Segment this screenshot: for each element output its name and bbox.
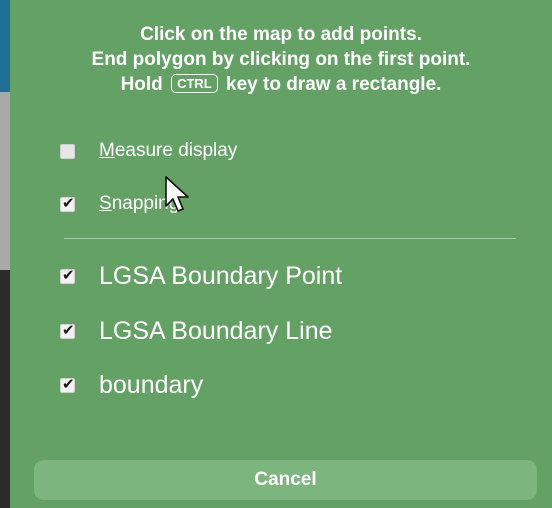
- measure-display-label[interactable]: Measure display: [99, 140, 237, 162]
- layer-label[interactable]: LGSA Boundary Line: [99, 317, 333, 346]
- ctrl-key-badge: CTRL: [171, 74, 218, 93]
- snapping-checkbox[interactable]: ✔: [60, 193, 75, 212]
- layer-checkbox[interactable]: ✔: [60, 321, 75, 339]
- instruction-line-1: Click on the map to add points.: [140, 24, 422, 45]
- instruction-line-3-prefix: Hold: [120, 74, 163, 95]
- layer-option[interactable]: ✔ LGSA Boundary Point: [60, 262, 342, 291]
- instruction-line-3-suffix: key to draw a rectangle.: [226, 74, 442, 95]
- layer-checkbox[interactable]: ✔: [60, 375, 75, 393]
- mouse-pointer-icon: [165, 176, 189, 212]
- cancel-button[interactable]: Cancel: [34, 460, 537, 500]
- left-edge-blue: [0, 0, 10, 92]
- check-icon: ✔: [62, 375, 75, 393]
- layer-label[interactable]: LGSA Boundary Point: [99, 262, 342, 291]
- instructions: Click on the map to add points. End poly…: [10, 22, 552, 97]
- instruction-line-3: Hold CTRL key to draw a rectangle.: [10, 72, 552, 97]
- left-edge-gray: [0, 92, 10, 270]
- measure-display-option[interactable]: Measure display: [60, 140, 237, 162]
- layer-label[interactable]: boundary: [99, 371, 203, 400]
- left-edge-strip: [0, 0, 10, 508]
- check-icon: ✔: [62, 266, 75, 284]
- check-icon: ✔: [62, 193, 75, 212]
- draw-tool-page: Click on the map to add points. End poly…: [0, 0, 552, 508]
- layer-option[interactable]: ✔ LGSA Boundary Line: [60, 317, 333, 346]
- left-edge-dark: [0, 270, 10, 508]
- check-icon: ✔: [62, 321, 75, 339]
- layer-option[interactable]: ✔ boundary: [60, 371, 203, 400]
- separator: [64, 238, 516, 239]
- instruction-line-2: End polygon by clicking on the first poi…: [91, 49, 471, 70]
- layer-checkbox[interactable]: ✔: [60, 266, 75, 284]
- measure-display-checkbox[interactable]: [60, 143, 75, 159]
- draw-polygon-panel: Click on the map to add points. End poly…: [10, 0, 552, 508]
- snapping-option[interactable]: ✔ Snapping: [60, 193, 179, 215]
